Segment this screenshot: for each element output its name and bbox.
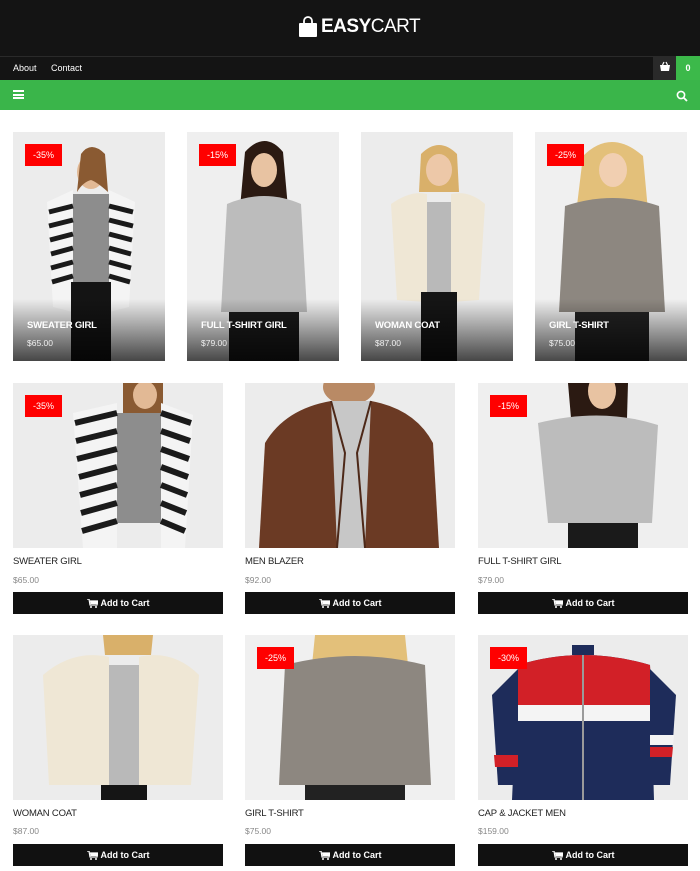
product-name[interactable]: FULL T-SHIRT GIRL	[201, 320, 287, 331]
nav-contact-link[interactable]: Contact	[51, 63, 82, 73]
product-price: $92.00	[245, 575, 271, 585]
add-to-cart-button[interactable]: Add to Cart	[245, 844, 455, 866]
nav-about-link[interactable]: About	[13, 63, 37, 73]
product-name[interactable]: SWEATER GIRL	[27, 320, 97, 331]
product-price: $65.00	[27, 338, 53, 348]
hamburger-icon[interactable]	[13, 90, 24, 99]
featured-card[interactable]: -15% FULL T-SHIRT GIRL $79.00	[187, 132, 339, 361]
product-name[interactable]: MEN BLAZER	[245, 556, 304, 567]
cart-count-badge[interactable]: 0	[676, 56, 700, 80]
product-image[interactable]: -25%	[245, 635, 455, 800]
product-price: $75.00	[549, 338, 575, 348]
basket-icon	[659, 59, 671, 77]
add-to-cart-button[interactable]: Add to Cart	[478, 592, 688, 614]
discount-badge: -30%	[490, 647, 528, 669]
product-price: $75.00	[245, 826, 271, 836]
product-name[interactable]: GIRL T-SHIRT	[245, 808, 304, 819]
product-image[interactable]	[245, 383, 455, 548]
add-to-cart-button[interactable]: Add to Cart	[478, 844, 688, 866]
logo[interactable]: EASYCART	[298, 14, 421, 40]
add-to-cart-label: Add to Cart	[332, 850, 382, 860]
site-header: EASYCART	[0, 0, 700, 56]
discount-badge: -15%	[199, 144, 237, 166]
brand-name: EASYCART	[321, 16, 421, 37]
discount-badge: -25%	[547, 144, 585, 166]
product-price: $87.00	[13, 826, 39, 836]
product-price: $159.00	[478, 826, 509, 836]
add-to-cart-label: Add to Cart	[100, 850, 150, 860]
product-price: $87.00	[375, 338, 401, 348]
cart-icon	[551, 850, 563, 860]
product-name[interactable]: SWEATER GIRL	[13, 556, 82, 567]
featured-card[interactable]: -25% GIRL T-SHIRT $75.00	[535, 132, 687, 361]
product-name[interactable]: FULL T-SHIRT GIRL	[478, 556, 562, 567]
discount-badge: -35%	[25, 395, 63, 417]
search-icon[interactable]	[676, 89, 688, 102]
product-price: $65.00	[13, 575, 39, 585]
cart-icon	[86, 598, 98, 608]
discount-badge: -35%	[25, 144, 63, 166]
cart-button[interactable]	[653, 56, 676, 80]
featured-card[interactable]: WOMAN COAT $87.00	[361, 132, 513, 361]
add-to-cart-label: Add to Cart	[565, 850, 615, 860]
add-to-cart-label: Add to Cart	[332, 598, 382, 608]
main-nav-bar	[0, 80, 700, 110]
product-price: $79.00	[201, 338, 227, 348]
cart-icon	[86, 850, 98, 860]
product-price: $79.00	[478, 575, 504, 585]
product-name[interactable]: GIRL T-SHIRT	[549, 320, 609, 331]
product-name[interactable]: WOMAN COAT	[13, 808, 77, 819]
product-image[interactable]	[13, 635, 223, 800]
product-image[interactable]: -30%	[478, 635, 688, 800]
add-to-cart-label: Add to Cart	[100, 598, 150, 608]
shopping-bag-icon	[298, 16, 318, 38]
add-to-cart-button[interactable]: Add to Cart	[13, 592, 223, 614]
product-image[interactable]: -35%	[13, 383, 223, 548]
top-nav: About Contact	[0, 56, 700, 80]
add-to-cart-label: Add to Cart	[565, 598, 615, 608]
cart-icon	[318, 850, 330, 860]
add-to-cart-button[interactable]: Add to Cart	[13, 844, 223, 866]
product-name[interactable]: CAP & JACKET MEN	[478, 808, 566, 819]
featured-card[interactable]: -35% SWEATER GIRL $65.00	[13, 132, 165, 361]
discount-badge: -25%	[257, 647, 295, 669]
add-to-cart-button[interactable]: Add to Cart	[245, 592, 455, 614]
discount-badge: -15%	[490, 395, 528, 417]
cart-icon	[551, 598, 563, 608]
product-name[interactable]: WOMAN COAT	[375, 320, 440, 331]
cart-icon	[318, 598, 330, 608]
product-image[interactable]: -15%	[478, 383, 688, 548]
